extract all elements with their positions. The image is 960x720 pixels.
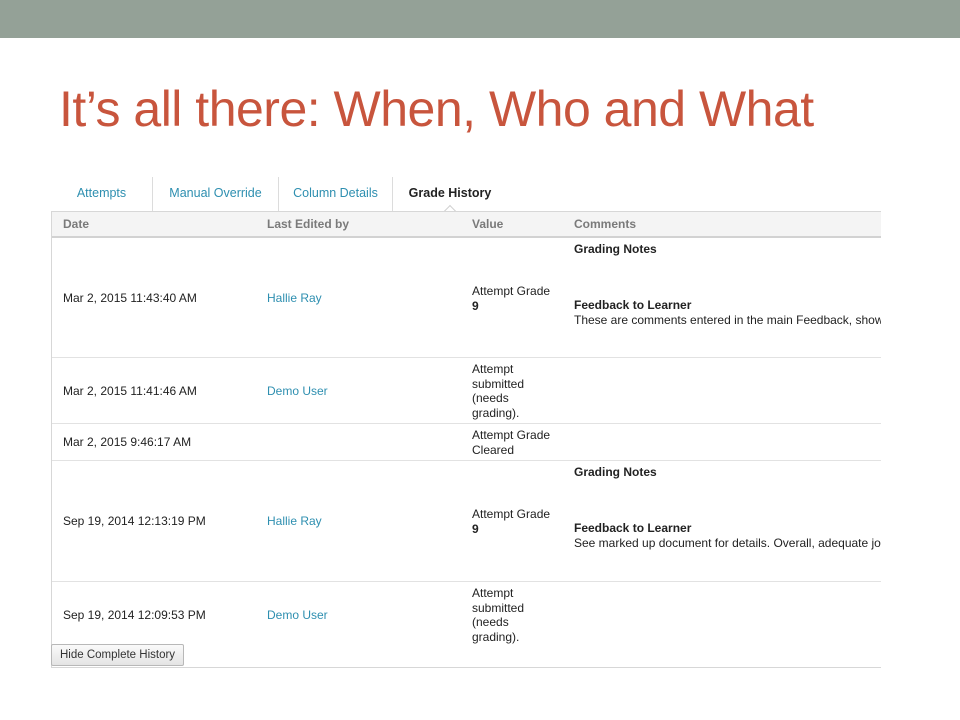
row-last-edited-by[interactable]: Demo User	[267, 608, 328, 622]
column-header-date[interactable]: Date	[63, 212, 89, 236]
row-value-line: grading).	[472, 405, 520, 420]
grading-notes-label: Grading Notes	[574, 465, 657, 479]
row-value: Attempt Grade 9	[472, 507, 550, 536]
feedback-to-learner-label: Feedback to Learner	[574, 298, 692, 312]
tab-column-details[interactable]: Column Details	[279, 177, 393, 211]
row-last-edited-by[interactable]: Demo User	[267, 384, 328, 398]
row-comments: Grading Notes Feedback to Learner See ma…	[574, 461, 881, 581]
tab-attempts[interactable]: Attempts	[51, 177, 153, 211]
row-date: Mar 2, 2015 11:41:46 AM	[63, 384, 197, 398]
grade-history-panel: Attempts Manual Override Column Details …	[51, 177, 881, 668]
grading-notes-label: Grading Notes	[574, 242, 657, 256]
hide-complete-history-button[interactable]: Hide Complete History	[51, 644, 185, 666]
row-value: Attempt submitted (needs grading).	[472, 362, 524, 420]
row-value: Attempt Grade Cleared	[472, 428, 550, 457]
row-date: Mar 2, 2015 9:46:17 AM	[63, 435, 192, 449]
feedback-text: See marked up document for details. Over…	[574, 536, 881, 550]
row-date: Sep 19, 2014 12:13:19 PM	[63, 514, 206, 528]
table-row: Mar 2, 2015 11:41:46 AM Demo User Attemp…	[52, 358, 881, 424]
tab-grade-history[interactable]: Grade History	[393, 177, 507, 220]
table-row: Sep 19, 2014 12:13:19 PM Hallie Ray Atte…	[52, 461, 881, 582]
row-value-line: Attempt Grade	[472, 507, 551, 521]
column-header-comments[interactable]: Comments	[574, 212, 636, 236]
grade-history-table: Date Last Edited by Value Comments Mar 2…	[51, 211, 881, 668]
row-value-line: Cleared	[472, 442, 515, 457]
row-value-line: (needs	[472, 391, 509, 405]
row-value-line: (needs	[472, 615, 509, 629]
column-header-value[interactable]: Value	[472, 212, 503, 236]
row-value-grade: 9	[472, 521, 479, 536]
feedback-to-learner-label: Feedback to Learner	[574, 521, 692, 535]
row-value-line: submitted	[472, 600, 525, 615]
table-header: Date Last Edited by Value Comments	[52, 212, 881, 238]
feedback-text: These are comments entered in the main F…	[574, 313, 881, 327]
row-value-line: Attempt	[472, 586, 514, 600]
table-row: Sep 19, 2014 12:09:53 PM Demo User Attem…	[52, 582, 881, 648]
table-row: Mar 2, 2015 11:43:40 AM Hallie Ray Attem…	[52, 238, 881, 358]
row-value-grade: 9	[472, 298, 479, 313]
row-value-line: Attempt Grade	[472, 284, 551, 298]
row-value: Attempt Grade 9	[472, 284, 550, 313]
tab-manual-override[interactable]: Manual Override	[153, 177, 279, 211]
row-value-line: submitted	[472, 376, 525, 391]
tab-grade-history-label: Grade History	[408, 186, 492, 200]
row-value-line: grading).	[472, 629, 520, 644]
slide-top-bar	[0, 0, 960, 38]
row-value-line: Attempt Grade	[472, 428, 551, 442]
row-comments: Grading Notes Feedback to Learner These …	[574, 238, 881, 357]
slide-title: It’s all there: When, Who and What	[59, 81, 814, 137]
row-last-edited-by[interactable]: Hallie Ray	[267, 514, 322, 528]
table-row: Mar 2, 2015 9:46:17 AM Attempt Grade Cle…	[52, 424, 881, 461]
column-header-last-edited-by[interactable]: Last Edited by	[267, 212, 349, 236]
row-value: Attempt submitted (needs grading).	[472, 586, 524, 644]
row-last-edited-by[interactable]: Hallie Ray	[267, 291, 322, 305]
tab-bar: Attempts Manual Override Column Details …	[51, 177, 881, 220]
row-date: Mar 2, 2015 11:43:40 AM	[63, 291, 197, 305]
row-date: Sep 19, 2014 12:09:53 PM	[63, 608, 206, 622]
row-value-line: Attempt	[472, 362, 514, 376]
